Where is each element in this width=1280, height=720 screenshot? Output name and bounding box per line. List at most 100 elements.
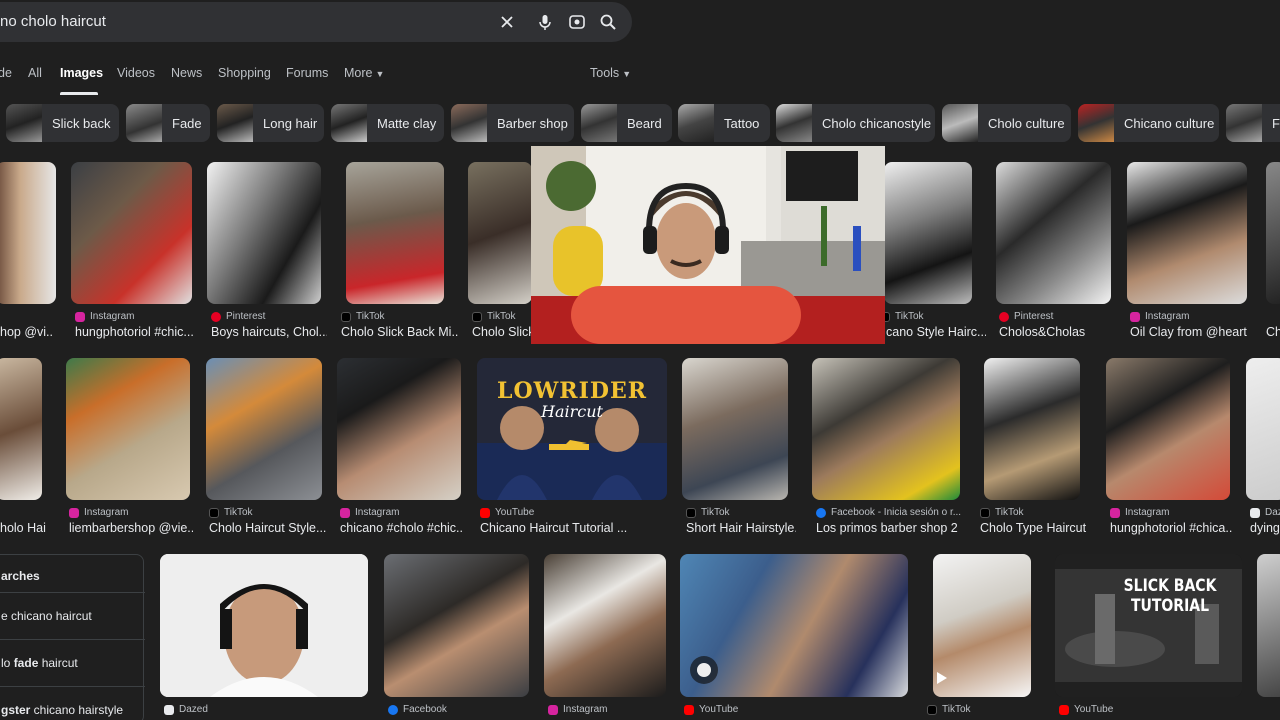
result-source: YouTube bbox=[684, 704, 738, 715]
image-result[interactable] bbox=[1246, 358, 1280, 500]
result-title[interactable]: cano Style Hairc... bbox=[886, 325, 986, 339]
tab-images[interactable]: Images bbox=[60, 66, 103, 80]
chip-chicano-culture[interactable]: Chicano culture bbox=[1078, 104, 1219, 142]
image-result[interactable] bbox=[0, 162, 56, 304]
source-label: Pinterest bbox=[1014, 311, 1054, 322]
image-result[interactable] bbox=[544, 554, 666, 697]
result-title[interactable]: Chicano Haircut Tutorial ... bbox=[480, 521, 660, 535]
tab-news[interactable]: News bbox=[171, 66, 202, 80]
result-title[interactable]: hop @vi... bbox=[0, 325, 52, 339]
source-label: TikTok bbox=[356, 311, 385, 322]
result-source: Instagram bbox=[69, 507, 128, 518]
tab-shopping[interactable]: Shopping bbox=[218, 66, 271, 80]
result-title[interactable]: Los primos barber shop 2 ... bbox=[816, 521, 962, 535]
result-title[interactable]: Oil Clay from @heart... bbox=[1130, 325, 1248, 339]
image-result[interactable] bbox=[996, 162, 1111, 304]
image-result[interactable] bbox=[984, 358, 1080, 500]
chip-matte-clay[interactable]: Matte clay bbox=[331, 104, 444, 142]
result-source: TikTok bbox=[980, 507, 1024, 518]
result-title[interactable]: dying bbox=[1250, 521, 1280, 535]
source-label: Instagram bbox=[1145, 311, 1190, 322]
chip-label: Tattoo bbox=[724, 115, 760, 131]
result-title[interactable]: Cholo Slick Back Mi... bbox=[341, 325, 459, 339]
source-label: Facebook - Inicia sesión o r... bbox=[831, 507, 962, 518]
tab-videos[interactable]: Videos bbox=[117, 66, 155, 80]
result-title[interactable]: holo Hai... bbox=[0, 521, 46, 535]
chip-barber-shop[interactable]: Barber shop bbox=[451, 104, 574, 142]
image-result[interactable] bbox=[207, 162, 321, 304]
image-result[interactable] bbox=[337, 358, 461, 500]
image-result[interactable] bbox=[1257, 554, 1280, 697]
image-result[interactable]: SLICK BACK TUTORIAL bbox=[1055, 554, 1242, 697]
image-result[interactable] bbox=[884, 162, 972, 304]
related-search-text: chicano hairstyle bbox=[30, 703, 124, 717]
result-source: Instagram bbox=[340, 507, 399, 518]
search-bar[interactable]: no cholo haircut bbox=[0, 2, 632, 42]
result-title[interactable]: Cholo Haircut Style... bbox=[209, 521, 329, 535]
tiktok-icon bbox=[341, 311, 351, 322]
image-result[interactable] bbox=[1106, 358, 1230, 500]
related-search-item[interactable]: e chicano haircut bbox=[1, 609, 92, 623]
image-result[interactable] bbox=[384, 554, 529, 697]
chip-beard[interactable]: Beard bbox=[581, 104, 672, 142]
image-result[interactable] bbox=[71, 162, 192, 304]
tab-forums[interactable]: Forums bbox=[286, 66, 328, 80]
thumbnail-text-line1: SLICK BACK bbox=[1123, 576, 1217, 596]
webcam-overlay bbox=[531, 146, 885, 344]
tab-partial[interactable]: de bbox=[0, 66, 12, 80]
chip-tattoo[interactable]: Tattoo bbox=[678, 104, 770, 142]
image-result[interactable] bbox=[933, 554, 1031, 697]
related-search-item[interactable]: lo fade haircut bbox=[1, 656, 78, 670]
source-label: Instagram bbox=[1125, 507, 1170, 518]
result-title[interactable]: hungphotoriol #chica... bbox=[1110, 521, 1232, 535]
result-title[interactable]: Cholo Type Haircut ... bbox=[980, 521, 1090, 535]
image-result[interactable] bbox=[812, 358, 960, 500]
chip-slick-back[interactable]: Slick back bbox=[6, 104, 119, 142]
image-result[interactable] bbox=[346, 162, 444, 304]
search-input[interactable]: no cholo haircut bbox=[0, 13, 106, 30]
result-title[interactable]: Boys haircuts, Chol... bbox=[211, 325, 327, 339]
image-result[interactable] bbox=[1127, 162, 1247, 304]
image-result[interactable] bbox=[206, 358, 322, 500]
result-source: TikTok bbox=[686, 507, 730, 518]
related-search-item[interactable]: gster chicano hairstyle bbox=[1, 703, 123, 717]
result-title[interactable]: Ch bbox=[1266, 325, 1280, 339]
lens-icon[interactable] bbox=[567, 12, 587, 32]
result-title[interactable]: liembarbershop @vie... bbox=[69, 521, 193, 535]
instagram-icon bbox=[1110, 507, 1120, 518]
image-result[interactable] bbox=[66, 358, 190, 500]
search-icon[interactable] bbox=[598, 12, 618, 32]
tools-button[interactable]: Tools ▼ bbox=[590, 66, 631, 80]
image-result[interactable]: LOWRIDER Haircut bbox=[477, 358, 667, 500]
result-source: Instagram bbox=[1110, 507, 1169, 518]
related-searches: arches e chicano haircut lo fade haircut… bbox=[0, 554, 145, 720]
image-result[interactable] bbox=[0, 358, 42, 500]
related-search-text: e chicano haircut bbox=[1, 609, 92, 623]
chip-cholo-chicanostyle[interactable]: Cholo chicanostyle bbox=[776, 104, 935, 142]
chip-cholo-culture[interactable]: Cholo culture bbox=[942, 104, 1071, 142]
result-title[interactable]: hungphotoriol #chic... bbox=[75, 325, 193, 339]
image-result[interactable] bbox=[160, 554, 368, 697]
result-title[interactable]: Cholos&Cholas bbox=[999, 325, 1117, 339]
image-result[interactable] bbox=[1266, 162, 1280, 304]
clear-icon[interactable] bbox=[497, 12, 517, 32]
image-result[interactable] bbox=[468, 162, 532, 304]
result-title[interactable]: Cholo Slick bbox=[472, 325, 532, 339]
chip-long-hair[interactable]: Long hair bbox=[217, 104, 324, 142]
result-title[interactable]: Short Hair Hairstyle... bbox=[686, 521, 796, 535]
chip-label: Barber shop bbox=[497, 115, 568, 131]
chip-fade[interactable]: Fade bbox=[126, 104, 210, 142]
tab-more[interactable]: More ▼ bbox=[344, 66, 384, 80]
related-search-text: haircut bbox=[38, 656, 78, 670]
related-search-text: lo bbox=[1, 656, 14, 670]
image-result[interactable] bbox=[680, 554, 908, 697]
microphone-icon[interactable] bbox=[535, 12, 555, 32]
result-title[interactable]: chicano #cholo #chic... bbox=[340, 521, 464, 535]
chip-partial[interactable]: F bbox=[1226, 104, 1280, 142]
image-result[interactable] bbox=[682, 358, 788, 500]
result-source: TikTok bbox=[472, 311, 516, 322]
chip-thumbnail bbox=[776, 104, 812, 142]
youtube-icon bbox=[480, 507, 490, 518]
tab-all[interactable]: All bbox=[28, 66, 42, 80]
tools-label: Tools bbox=[590, 66, 620, 80]
